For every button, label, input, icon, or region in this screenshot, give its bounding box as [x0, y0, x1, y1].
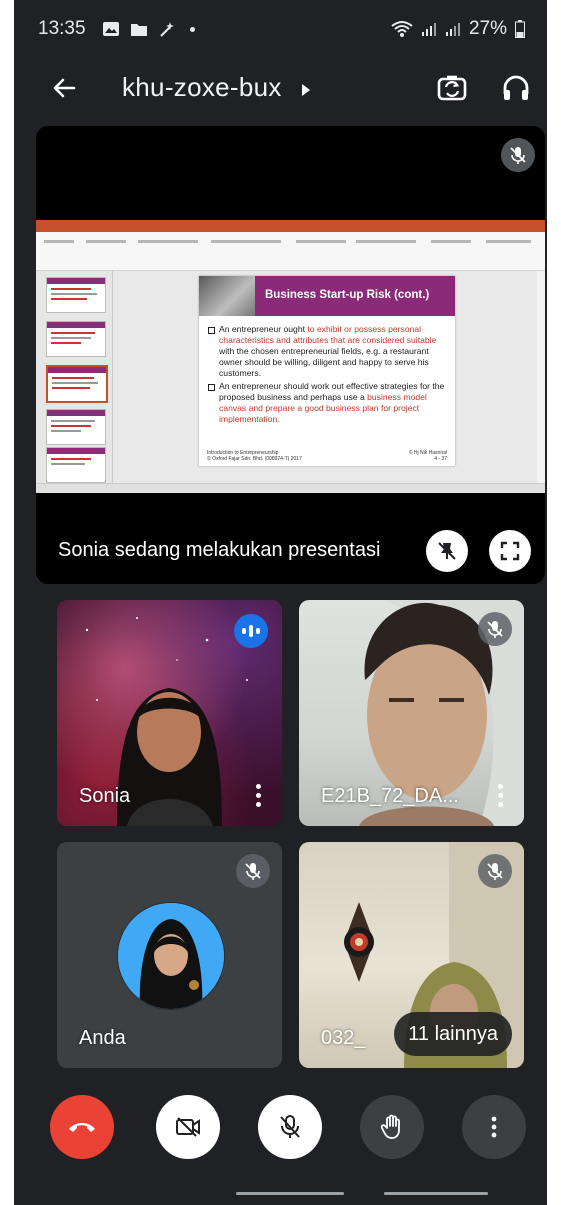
powerpoint-statusbar	[36, 483, 545, 493]
mic-off-icon	[510, 147, 526, 164]
back-arrow-icon[interactable]	[48, 72, 80, 104]
battery-percent: 27%	[468, 18, 507, 39]
participant-more-icon[interactable]	[498, 784, 504, 807]
mic-off-icon	[245, 863, 261, 880]
participant-name: Anda	[79, 1027, 126, 1049]
mic-off-icon	[280, 1115, 300, 1138]
hand-icon	[380, 1114, 400, 1139]
dot-icon	[190, 26, 195, 32]
more-options-button[interactable]	[462, 1095, 526, 1159]
others-count-button[interactable]: 11 lainnya	[394, 1012, 512, 1056]
mic-off-icon	[487, 863, 503, 880]
raise-hand-button[interactable]	[360, 1095, 424, 1159]
participant-mic-muted-badge	[478, 854, 512, 888]
slide-footer: Introduction to Entrepreneurship © Oxfor…	[207, 450, 447, 462]
slide-bullet: An entrepreneur should work out effectiv…	[207, 381, 451, 425]
mic-toggle-button[interactable]	[258, 1095, 322, 1159]
slide-bullet: An entrepreneur ought to exhibit or poss…	[207, 324, 451, 379]
nav-gesture-bar[interactable]	[384, 1192, 488, 1195]
avatar-photo	[118, 903, 224, 1009]
signal-icon	[445, 23, 460, 36]
participant-tile-self[interactable]: Anda	[57, 842, 282, 1068]
magic-icon	[160, 22, 174, 37]
nav-gesture-bar[interactable]	[236, 1192, 344, 1195]
current-slide: Business Start-up Risk (cont.) An entrep…	[199, 276, 455, 466]
call-controls	[14, 1095, 547, 1165]
end-call-button[interactable]	[50, 1095, 114, 1159]
gallery-icon	[103, 22, 119, 36]
powerpoint-ribbon	[36, 232, 545, 271]
meeting-code[interactable]: khu-zoxe-bux	[122, 72, 282, 103]
avatar	[117, 902, 225, 1010]
presenter-mic-muted-badge	[501, 138, 535, 172]
meet-screen: 13:35 27% khu-zoxe-bux Business Start-up…	[14, 0, 547, 1205]
participant-mic-muted-badge	[478, 612, 512, 646]
notification-icons	[102, 20, 195, 38]
slide-title: Business Start-up Risk (cont.)	[265, 289, 430, 301]
participant-tile-032[interactable]: 032_ 11 lainnya	[299, 842, 524, 1068]
camera-toggle-button[interactable]	[156, 1095, 220, 1159]
fullscreen-icon	[500, 541, 520, 561]
participant-tile-e21b[interactable]: E21B_72_DA...	[299, 600, 524, 826]
signal-icon	[421, 23, 436, 36]
speaking-indicator	[234, 614, 268, 648]
slide-header-image	[199, 276, 255, 316]
camera-off-icon	[176, 1117, 200, 1137]
pin-off-icon	[438, 542, 456, 560]
phone-hangup-icon	[69, 1123, 95, 1132]
slide-canvas: Business Start-up Risk (cont.) An entrep…	[113, 271, 537, 483]
switch-camera-icon[interactable]	[434, 70, 470, 106]
slide-thumbnail-active	[46, 365, 108, 403]
slide-thumbnails	[36, 271, 113, 483]
status-time: 13:35	[38, 18, 86, 39]
fullscreen-button[interactable]	[489, 530, 531, 572]
slide-body: An entrepreneur ought to exhibit or poss…	[207, 324, 451, 427]
slide-thumbnail	[46, 409, 106, 445]
participant-mic-muted-badge	[236, 854, 270, 888]
folder-icon	[131, 24, 147, 36]
battery-icon	[515, 20, 525, 38]
participant-name: 032_	[321, 1027, 366, 1049]
slide-thumbnail	[46, 277, 106, 313]
unpin-button[interactable]	[426, 530, 468, 572]
participant-tile-sonia[interactable]: Sonia	[57, 600, 282, 826]
shared-screen: Business Start-up Risk (cont.) An entrep…	[36, 220, 545, 493]
participant-more-icon[interactable]	[256, 784, 262, 807]
more-vert-icon	[491, 1116, 497, 1138]
participant-name: Sonia	[79, 785, 131, 807]
slide-thumbnail	[46, 447, 106, 483]
system-indicators: 27%	[391, 18, 525, 40]
wifi-icon	[391, 21, 413, 37]
slide-thumbnail	[46, 321, 106, 357]
presentation-caption: Sonia sedang melakukan presentasi	[58, 539, 381, 561]
presentation-tile[interactable]: Business Start-up Risk (cont.) An entrep…	[36, 126, 545, 584]
status-bar: 13:35 27%	[14, 0, 547, 60]
audio-output-icon[interactable]	[498, 70, 534, 106]
powerpoint-titlebar	[36, 220, 545, 232]
participant-name: E21B_72_DA...	[321, 785, 459, 807]
meeting-header: khu-zoxe-bux	[14, 62, 547, 122]
mic-off-icon	[487, 621, 503, 638]
meeting-info-chevron-icon[interactable]	[302, 84, 310, 96]
